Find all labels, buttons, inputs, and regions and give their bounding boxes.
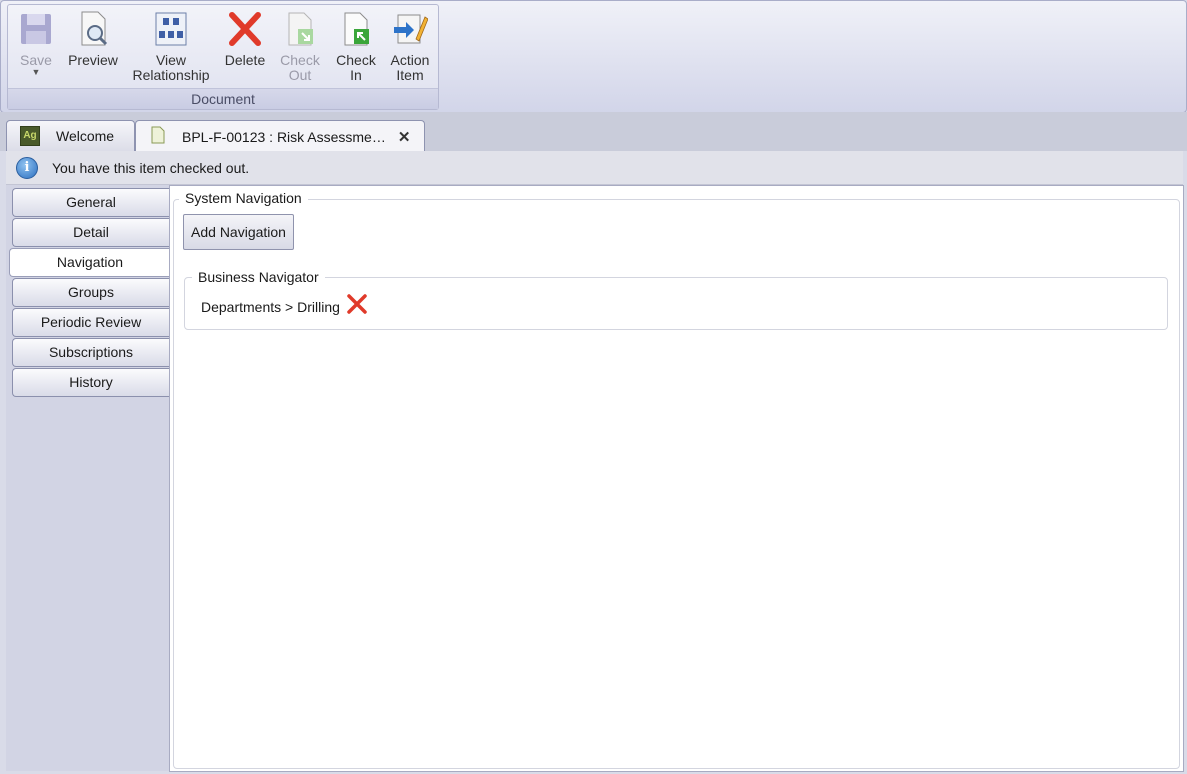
nav-item-periodic-review[interactable]: Periodic Review	[12, 308, 169, 337]
action-item-button[interactable]: Action Item	[388, 9, 432, 83]
ag-logo-icon: Ag	[20, 126, 40, 146]
relationship-icon	[153, 9, 189, 49]
tab-document-label: BPL-F-00123 : Risk Assessme…	[182, 128, 386, 145]
save-label: Save	[20, 52, 52, 68]
document-group: Save ▼ Preview View Relationship Delete …	[7, 4, 439, 110]
info-bar: i You have this item checked out.	[6, 151, 1183, 185]
preview-button[interactable]: Preview	[66, 9, 120, 68]
nav-item-history[interactable]: History	[12, 368, 169, 397]
delete-icon	[227, 9, 263, 49]
system-navigation-legend: System Navigation	[179, 190, 308, 206]
close-icon[interactable]: ✕	[398, 128, 411, 146]
save-button[interactable]: Save ▼	[16, 9, 56, 77]
check-out-button[interactable]: Check Out	[278, 9, 322, 83]
view-relationship-button[interactable]: View Relationship	[128, 9, 214, 83]
view-relationship-label: View Relationship	[132, 52, 210, 83]
content-panel: System Navigation Add Navigation Departm…	[169, 185, 1184, 772]
remove-navigation-icon[interactable]	[345, 292, 369, 316]
tab-welcome[interactable]: Ag Welcome	[6, 120, 135, 151]
document-icon	[151, 126, 165, 147]
save-icon	[18, 9, 54, 49]
action-item-icon	[392, 9, 429, 49]
add-navigation-button[interactable]: Add Navigation	[183, 214, 294, 250]
side-nav: General Detail Navigation Groups Periodi…	[6, 185, 170, 771]
save-dropdown-icon[interactable]: ▼	[16, 68, 56, 77]
ribbon: Save ▼ Preview View Relationship Delete …	[0, 0, 1187, 113]
delete-label: Delete	[224, 52, 266, 68]
document-group-label: Document	[8, 88, 438, 109]
nav-item-subscriptions[interactable]: Subscriptions	[12, 338, 169, 367]
preview-label: Preview	[68, 52, 118, 68]
tab-document[interactable]: BPL-F-00123 : Risk Assessme… ✕	[135, 120, 425, 152]
navigation-path: Departments > Drilling	[201, 299, 340, 315]
nav-item-general[interactable]: General	[12, 188, 169, 217]
nav-item-groups[interactable]: Groups	[12, 278, 169, 307]
tab-strip: Ag Welcome BPL-F-00123 : Risk Assessme… …	[0, 112, 1187, 152]
check-out-icon	[282, 9, 318, 49]
info-message: You have this item checked out.	[52, 159, 250, 176]
action-item-label: Action Item	[390, 52, 430, 83]
nav-item-detail[interactable]: Detail	[12, 218, 169, 247]
business-navigator-legend: Business Navigator	[192, 269, 325, 285]
info-icon: i	[16, 156, 38, 179]
check-in-icon	[338, 9, 374, 49]
check-in-label: Check In	[336, 52, 376, 83]
tab-welcome-label: Welcome	[56, 128, 115, 144]
check-out-label: Check Out	[280, 52, 320, 83]
delete-button[interactable]: Delete	[222, 9, 268, 68]
check-in-button[interactable]: Check In	[334, 9, 378, 83]
business-navigator-section: Departments > Drilling	[184, 277, 1168, 330]
nav-item-navigation[interactable]: Navigation	[9, 248, 170, 277]
preview-icon	[75, 9, 111, 49]
